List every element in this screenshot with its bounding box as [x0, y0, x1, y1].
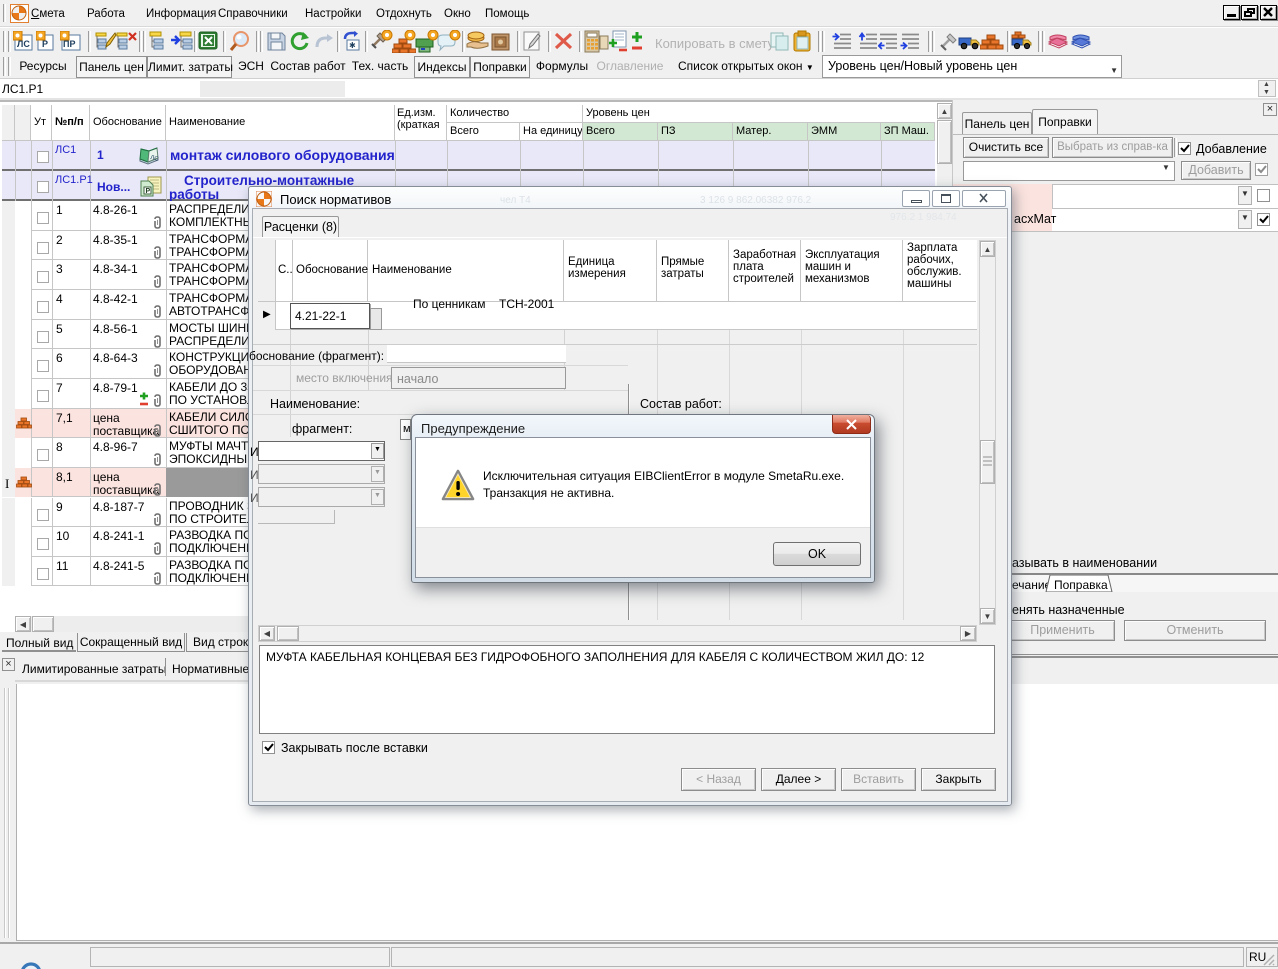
svg-text:✱: ✱ — [349, 41, 356, 50]
svg-text:Р: Р — [146, 188, 151, 195]
